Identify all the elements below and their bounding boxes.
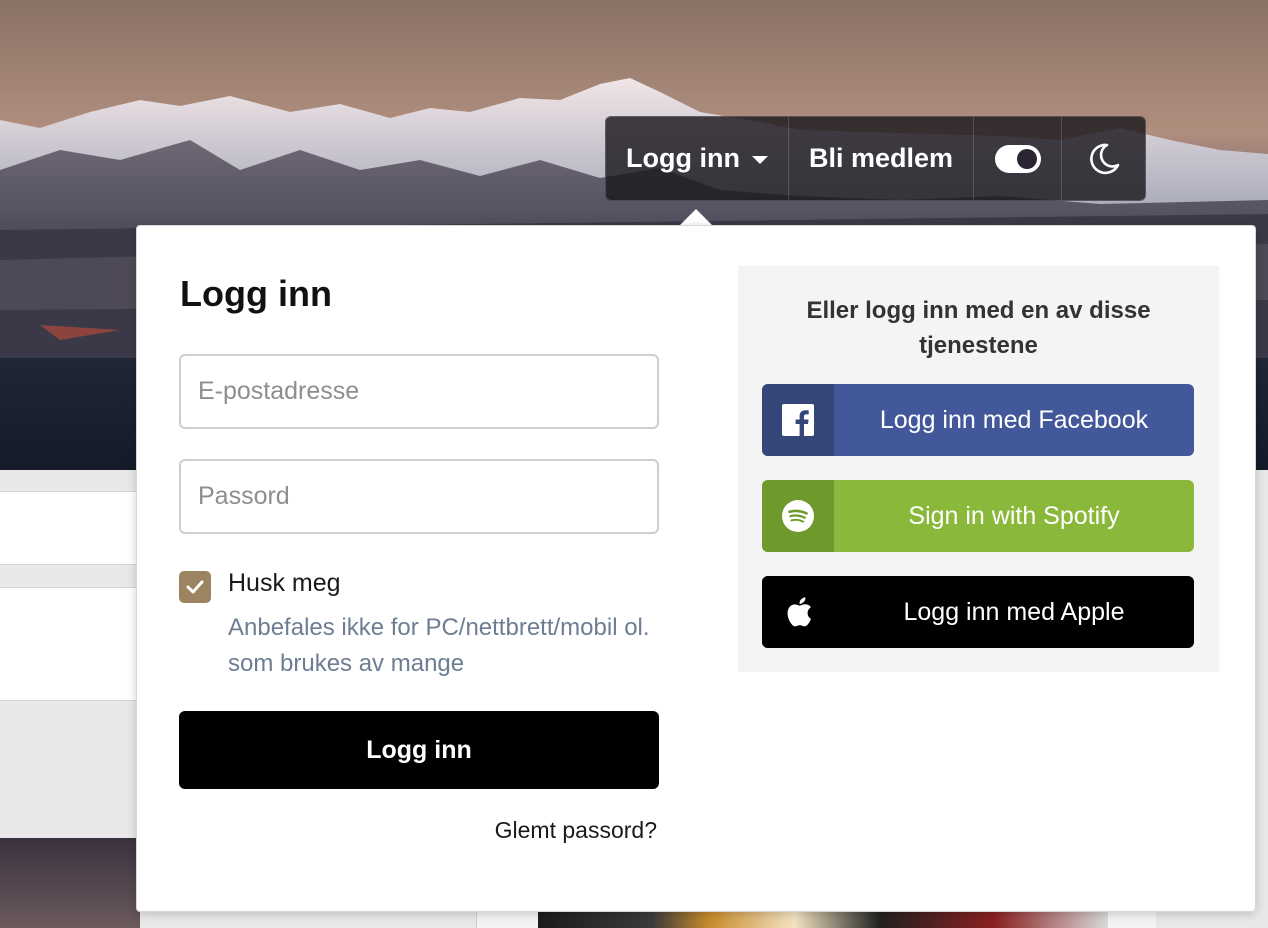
remember-me-checkbox[interactable] <box>179 571 211 603</box>
background-card <box>0 587 146 701</box>
caret-down-icon <box>751 155 768 164</box>
apple-login-label: Logg inn med Apple <box>903 597 1125 626</box>
spotify-login-button[interactable]: Sign in with Spotify <box>762 480 1194 552</box>
popover-arrow <box>679 209 713 226</box>
facebook-login-label: Logg inn med Facebook <box>879 405 1149 434</box>
toggle-icon <box>994 144 1041 173</box>
forgot-password-link[interactable]: Glemt passord? <box>495 817 657 844</box>
remember-me-label[interactable]: Husk meg <box>228 569 341 598</box>
join-label: Bli medlem <box>808 143 954 173</box>
login-menu-button[interactable]: Logg inn <box>606 117 789 200</box>
background-card <box>0 491 146 565</box>
login-menu-label: Logg inn <box>626 143 740 173</box>
login-popover: Logg inn Husk meg Anbefales ikke for PC/… <box>136 225 1256 912</box>
spotify-icon <box>782 500 814 532</box>
social-login-heading: Eller logg inn med en av disse tjenesten… <box>806 297 1151 359</box>
apple-login-button[interactable]: Logg inn med Apple <box>762 576 1194 648</box>
top-navigation: Logg inn Bli medlem <box>605 116 1146 201</box>
apple-icon <box>787 597 811 627</box>
join-button[interactable]: Bli medlem <box>789 117 974 200</box>
checkmark-icon <box>186 580 204 594</box>
facebook-login-button[interactable]: Logg inn med Facebook <box>762 384 1194 456</box>
email-field[interactable] <box>179 354 659 429</box>
theme-toggle[interactable] <box>974 117 1062 200</box>
login-title: Logg inn <box>180 273 332 314</box>
social-login-panel: Eller logg inn med en av disse tjenesten… <box>738 266 1219 672</box>
login-submit-button[interactable]: Logg inn <box>179 711 659 789</box>
background-image-strip <box>0 838 140 928</box>
spotify-login-label: Sign in with Spotify <box>908 501 1120 530</box>
background-thumbnail <box>538 912 1108 928</box>
moon-icon <box>1089 143 1119 174</box>
facebook-icon <box>782 404 814 436</box>
password-field[interactable] <box>179 459 659 534</box>
dark-mode-button[interactable] <box>1062 117 1145 200</box>
remember-me-hint: Anbefales ikke for PC/nettbrett/mobil ol… <box>228 614 650 677</box>
